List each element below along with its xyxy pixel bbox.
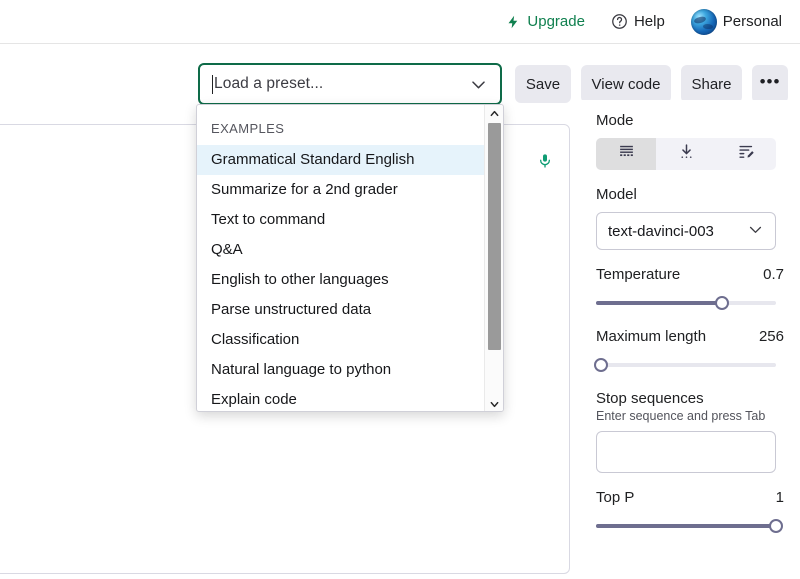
mode-toggle-group [596, 138, 776, 170]
view-code-button[interactable]: View code [581, 65, 671, 103]
mode-complete-button[interactable] [596, 138, 656, 170]
temperature-slider[interactable] [596, 294, 776, 312]
slider-track [596, 363, 776, 367]
microphone-icon[interactable] [537, 151, 553, 176]
help-button[interactable]: Help [611, 13, 665, 30]
top-p-label: Top P [596, 489, 634, 506]
preset-dropdown[interactable]: EXAMPLES Grammatical Standard English Su… [196, 104, 504, 412]
list-item[interactable]: Explain code [197, 385, 485, 412]
save-button[interactable]: Save [515, 65, 571, 103]
account-menu[interactable]: Personal [691, 9, 782, 35]
list-item[interactable]: Parse unstructured data [197, 295, 485, 325]
list-item[interactable]: Grammatical Standard English [197, 145, 485, 175]
settings-sidebar: Mode [580, 100, 800, 579]
model-value: text-davinci-003 [608, 223, 714, 240]
slider-fill [596, 524, 776, 528]
temperature-section: Temperature 0.7 [596, 266, 784, 312]
stop-sequences-hint: Enter sequence and press Tab [596, 409, 784, 423]
model-label: Model [596, 186, 784, 203]
help-label: Help [634, 13, 665, 30]
user-avatar [691, 9, 717, 35]
max-length-slider[interactable] [596, 356, 776, 374]
mode-insert-button[interactable] [656, 138, 716, 170]
temperature-value: 0.7 [763, 266, 784, 283]
chevron-down-icon [747, 221, 764, 242]
account-label: Personal [723, 13, 782, 30]
max-length-label: Maximum length [596, 328, 706, 345]
max-length-value: 256 [759, 328, 784, 345]
upgrade-button[interactable]: Upgrade [506, 13, 585, 30]
complete-mode-icon [618, 143, 635, 165]
slider-fill [596, 301, 722, 305]
top-header: Upgrade Help Personal [0, 0, 800, 44]
temperature-label: Temperature [596, 266, 680, 283]
mode-section: Mode [596, 112, 784, 170]
stop-sequences-input[interactable] [596, 431, 776, 473]
chevron-down-icon[interactable] [485, 396, 504, 412]
stop-sequences-section: Stop sequences Enter sequence and press … [596, 390, 784, 473]
preset-toolbar: Load a preset... Save View code Share ••… [0, 44, 800, 100]
stop-sequences-label: Stop sequences [596, 390, 784, 407]
list-item[interactable]: Natural language to python [197, 355, 485, 385]
preset-option-list: EXAMPLES Grammatical Standard English Su… [197, 105, 485, 412]
top-p-section: Top P 1 [596, 489, 784, 535]
slider-thumb[interactable] [594, 358, 608, 372]
list-item[interactable]: English to other languages [197, 265, 485, 295]
list-item[interactable]: Classification [197, 325, 485, 355]
preset-placeholder: Load a preset... [214, 75, 469, 93]
list-item[interactable]: Q&A [197, 235, 485, 265]
edit-mode-icon [738, 143, 755, 165]
slider-thumb[interactable] [715, 296, 729, 310]
top-p-slider[interactable] [596, 517, 776, 535]
bolt-icon [506, 14, 521, 30]
mode-label: Mode [596, 112, 784, 129]
model-select[interactable]: text-davinci-003 [596, 212, 776, 250]
chevron-up-icon[interactable] [485, 105, 504, 122]
insert-mode-icon [678, 143, 695, 165]
upgrade-label: Upgrade [527, 13, 585, 30]
top-p-value: 1 [776, 489, 784, 506]
dropdown-group-label: EXAMPLES [197, 105, 485, 145]
more-options-button[interactable]: ••• [752, 65, 788, 103]
question-circle-icon [611, 13, 628, 30]
slider-thumb[interactable] [769, 519, 783, 533]
chevron-down-icon[interactable] [469, 75, 488, 94]
scrollbar-thumb[interactable] [488, 123, 501, 350]
list-item[interactable]: Text to command [197, 205, 485, 235]
model-section: Model text-davinci-003 [596, 186, 784, 250]
text-cursor [212, 75, 213, 94]
list-item[interactable]: Summarize for a 2nd grader [197, 175, 485, 205]
share-button[interactable]: Share [681, 65, 742, 103]
dropdown-scrollbar[interactable] [484, 105, 503, 412]
preset-combobox[interactable]: Load a preset... [198, 63, 502, 105]
mode-edit-button[interactable] [716, 138, 776, 170]
max-length-section: Maximum length 256 [596, 328, 784, 374]
